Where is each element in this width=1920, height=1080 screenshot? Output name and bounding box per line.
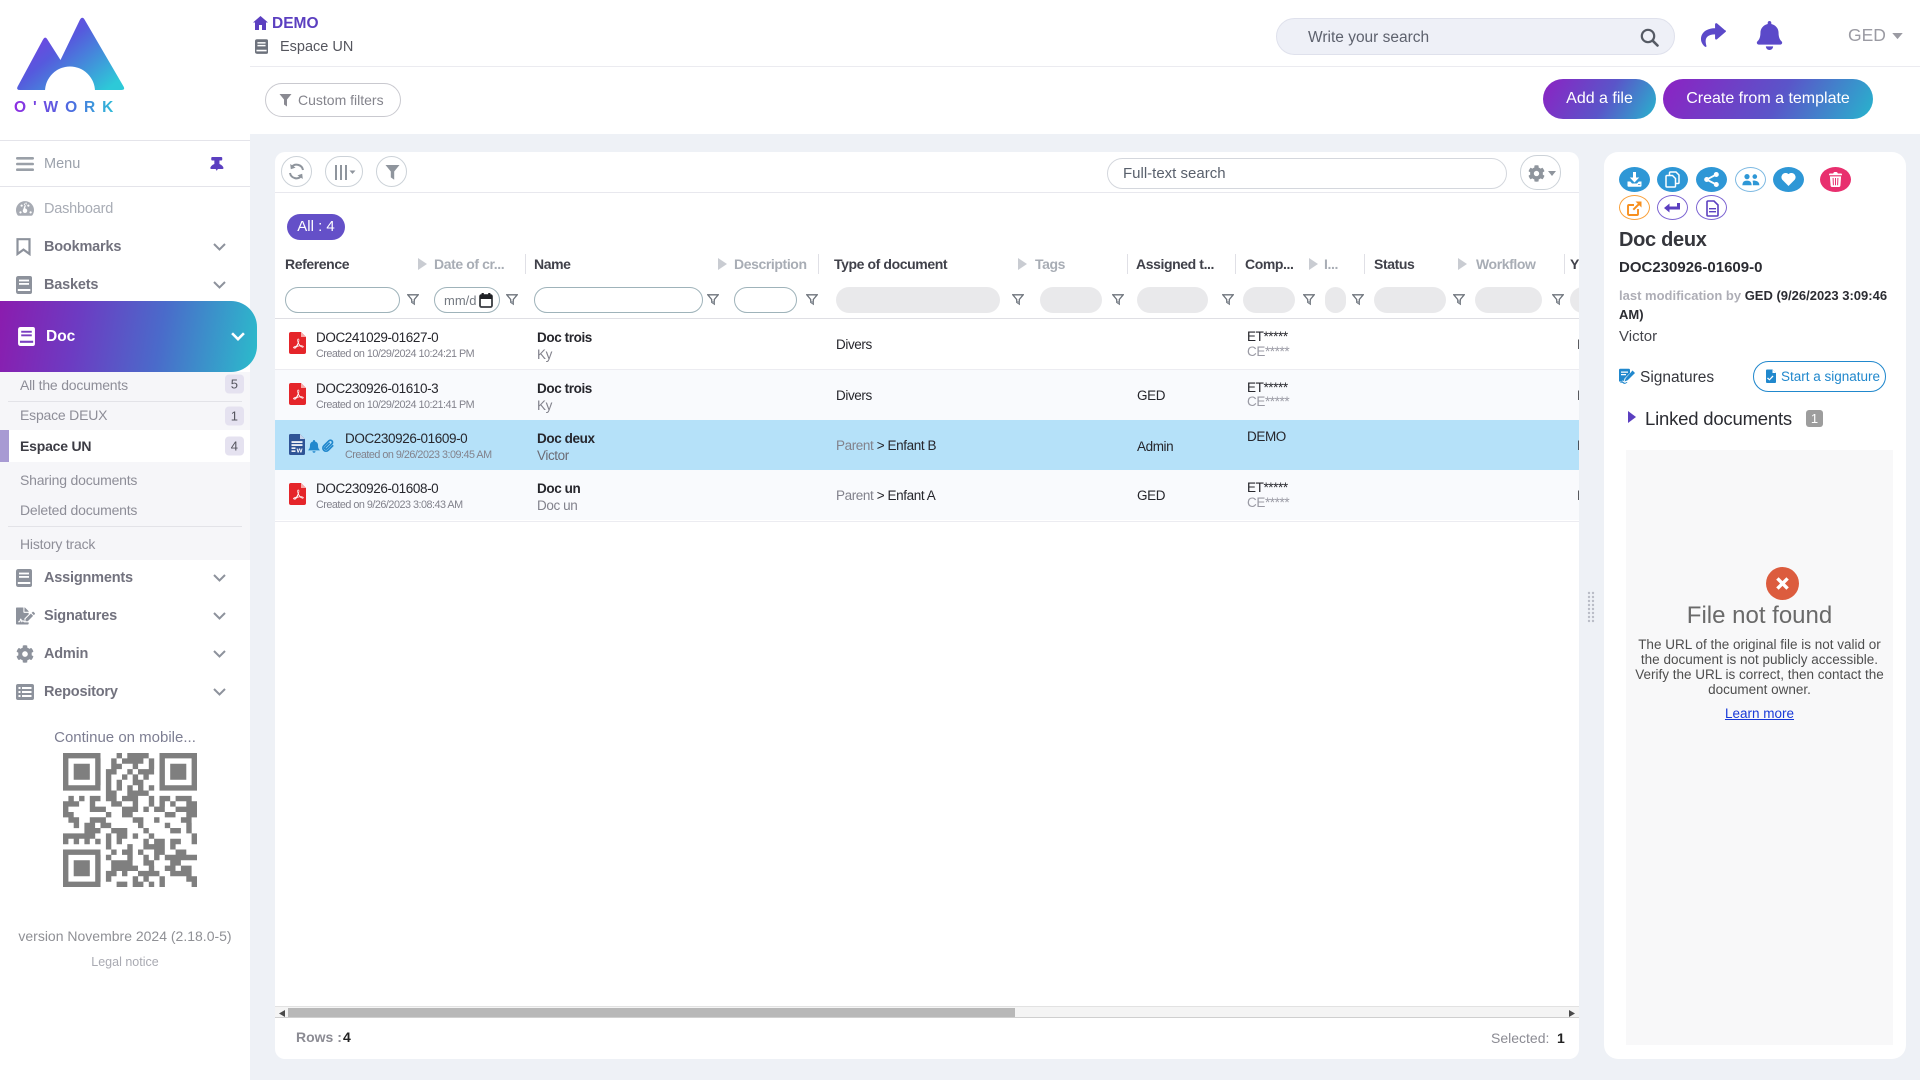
- svg-text:O'WORK: O'WORK: [14, 99, 120, 114]
- svg-text:w: w: [296, 445, 303, 454]
